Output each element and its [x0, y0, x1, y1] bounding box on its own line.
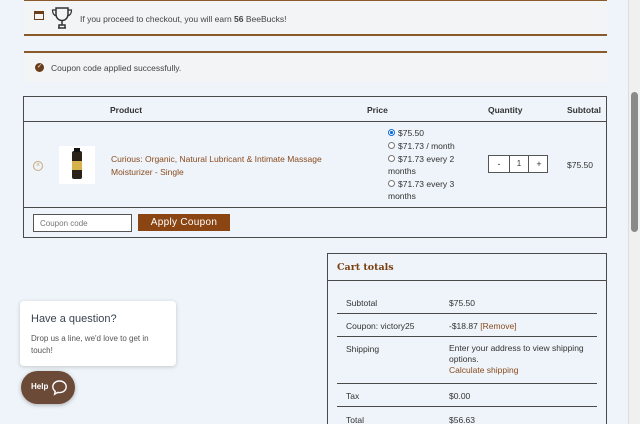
- cart-page: If you proceed to checkout, you will ear…: [0, 0, 628, 424]
- radio-icon[interactable]: [388, 142, 395, 149]
- header-product: Product: [110, 105, 143, 115]
- shipping-value: Enter your address to view shipping opti…: [449, 343, 584, 375]
- points-amount: 56: [234, 14, 244, 24]
- help-popup[interactable]: Have a question? Drop us a line, we'd lo…: [20, 301, 176, 366]
- trophy-icon: [51, 7, 73, 29]
- bottle-label: [72, 161, 82, 170]
- vertical-scrollbar[interactable]: [628, 0, 640, 424]
- coupon-success-notice: ✓ Coupon code applied successfully.: [24, 51, 607, 82]
- remove-item-icon[interactable]: ×: [33, 161, 43, 171]
- subtotal-value: $75.50: [449, 298, 475, 308]
- item-subtotal: $75.50: [567, 160, 593, 170]
- coupon-success-text: Coupon code applied successfully.: [51, 63, 182, 73]
- totals-row-subtotal: Subtotal $75.50: [337, 290, 597, 314]
- cart-table: Product Price Quantity Subtotal × Curiou…: [23, 96, 607, 238]
- header-price: Price: [367, 105, 388, 115]
- price-option-2-months[interactable]: $71.73 every 2 months: [388, 153, 468, 177]
- totals-row-coupon: Coupon: victory25 -$18.87 [Remove]: [337, 314, 597, 337]
- points-notice: If you proceed to checkout, you will ear…: [24, 0, 607, 36]
- help-text: Drop us a line, we'd love to get in touc…: [31, 334, 149, 355]
- cart-totals: Cart totals Subtotal $75.50 Coupon: vict…: [327, 253, 607, 424]
- quantity-decrease-button[interactable]: -: [489, 156, 509, 172]
- radio-selected-icon[interactable]: [388, 129, 395, 136]
- check-circle-icon: ✓: [35, 63, 44, 72]
- row-divider: [24, 207, 606, 208]
- header-quantity: Quantity: [488, 105, 523, 115]
- help-button-label: Help: [31, 382, 49, 391]
- totals-divider: [328, 280, 606, 281]
- notice-icon: [34, 11, 44, 20]
- shipping-label: Shipping: [346, 344, 380, 354]
- product-name-link[interactable]: Curious: Organic, Natural Lubricant & In…: [111, 153, 361, 179]
- coupon-code-input[interactable]: [33, 214, 132, 232]
- help-button[interactable]: Help: [21, 371, 75, 404]
- totals-row-total: Total $56.63: [337, 407, 597, 424]
- header-divider: [24, 121, 606, 122]
- product-thumbnail[interactable]: [59, 146, 95, 184]
- points-text: If you proceed to checkout, you will ear…: [80, 14, 287, 24]
- chat-bubble-icon: [52, 380, 67, 396]
- help-title: Have a question?: [31, 313, 117, 325]
- bottle-cap: [74, 148, 80, 152]
- header-subtotal: Subtotal: [567, 105, 601, 115]
- quantity-stepper[interactable]: - 1 +: [488, 155, 548, 173]
- cart-totals-title: Cart totals: [337, 262, 394, 273]
- apply-coupon-button[interactable]: Apply Coupon: [138, 214, 230, 231]
- coupon-label: Coupon: victory25: [346, 321, 415, 331]
- total-label: Total: [346, 415, 364, 424]
- subtotal-label: Subtotal: [346, 298, 378, 308]
- price-option-3-months[interactable]: $71.73 every 3 months: [388, 178, 468, 202]
- remove-coupon-link[interactable]: [Remove]: [480, 321, 516, 331]
- calculate-shipping-link[interactable]: Calculate shipping: [449, 365, 518, 375]
- radio-icon[interactable]: [388, 180, 395, 187]
- totals-row-shipping: Shipping Enter your address to view ship…: [337, 337, 597, 384]
- scrollbar-thumb[interactable]: [631, 92, 638, 232]
- price-option-one-time[interactable]: $75.50: [388, 127, 468, 139]
- price-option-monthly[interactable]: $71.73 / month: [388, 140, 468, 152]
- totals-row-tax: Tax $0.00: [337, 384, 597, 407]
- quantity-increase-button[interactable]: +: [529, 156, 549, 172]
- quantity-value[interactable]: 1: [509, 156, 529, 172]
- coupon-value: -$18.87 [Remove]: [449, 321, 517, 331]
- tax-label: Tax: [346, 391, 360, 401]
- tax-value: $0.00: [449, 391, 471, 401]
- total-value: $56.63: [449, 415, 475, 424]
- radio-icon[interactable]: [388, 155, 395, 162]
